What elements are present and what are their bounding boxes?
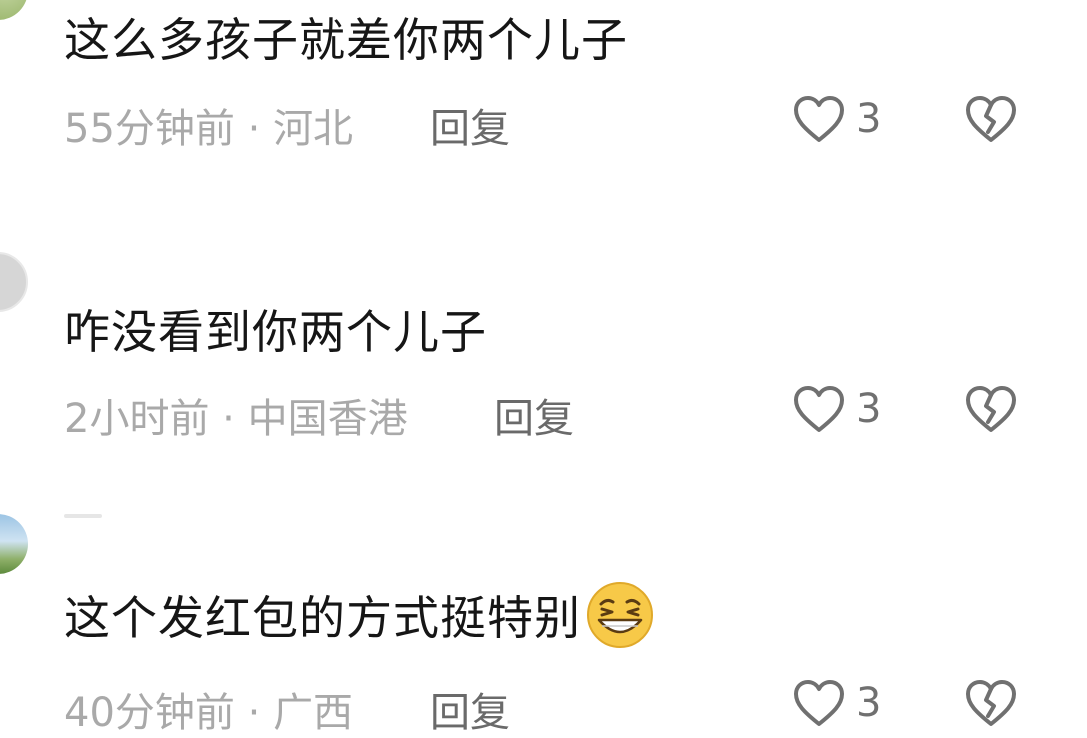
like-count: 3	[856, 680, 882, 726]
meta-separator: ·	[222, 396, 235, 442]
like-button[interactable]: 3	[792, 384, 881, 434]
dislike-button[interactable]	[964, 678, 1018, 732]
like-button[interactable]: 3	[792, 678, 881, 728]
comment-text: 咋没看到你两个儿子	[64, 305, 487, 359]
comment-meta: 40分钟前 · 广西	[64, 680, 353, 738]
comment-location: 中国香港	[247, 396, 408, 442]
heart-outline-icon	[794, 680, 844, 726]
broken-heart-icon	[966, 96, 1016, 142]
avatar[interactable]	[0, 0, 28, 20]
avatar[interactable]	[0, 252, 28, 312]
comment-username	[64, 514, 102, 518]
comment-meta: 55分钟前 · 河北	[64, 96, 353, 154]
meta-separator: ·	[247, 690, 261, 736]
comment-location: 河北	[273, 106, 354, 152]
comment-text: 这个发红包的方式挺特别	[64, 580, 655, 650]
comment-time: 2小时前	[64, 396, 210, 442]
broken-heart-icon	[966, 680, 1016, 726]
reply-button[interactable]: 回复	[430, 680, 510, 738]
comment-time: 55分钟前	[64, 106, 235, 152]
grinning-squint-emoji	[587, 582, 653, 648]
like-count: 3	[856, 96, 882, 142]
reply-button[interactable]: 回复	[494, 386, 574, 444]
avatar[interactable]	[0, 514, 28, 574]
broken-heart-icon	[966, 386, 1016, 432]
comment-text-content: 这个发红包的方式挺特别	[64, 591, 581, 645]
dislike-button[interactable]	[964, 94, 1018, 148]
like-button[interactable]: 3	[792, 94, 881, 144]
heart-outline-icon	[794, 96, 844, 142]
dislike-button[interactable]	[964, 384, 1018, 438]
comment-meta: 2小时前 · 中国香港	[64, 386, 408, 444]
comment-location: 广西	[273, 690, 354, 736]
comment-time: 40分钟前	[64, 690, 235, 736]
like-count: 3	[856, 386, 882, 432]
heart-outline-icon	[794, 386, 844, 432]
reply-button[interactable]: 回复	[430, 96, 510, 154]
comment-text: 这么多孩子就差你两个儿子	[64, 13, 628, 67]
meta-separator: ·	[247, 106, 261, 152]
